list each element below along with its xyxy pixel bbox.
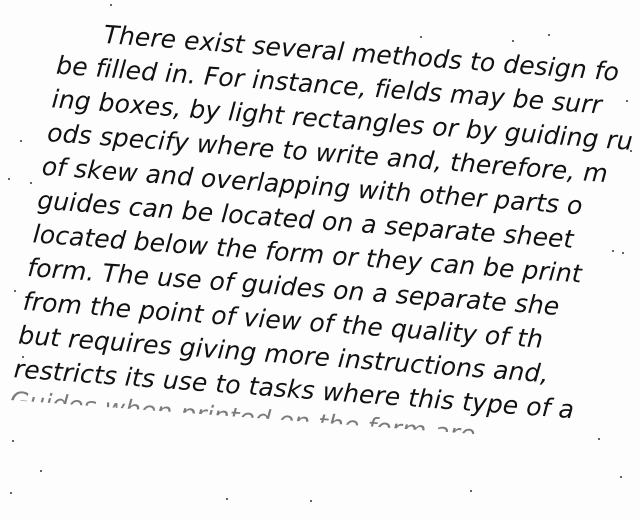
scan-speck [110, 4, 112, 6]
scan-speck [400, 50, 402, 52]
scan-speck [40, 470, 42, 472]
scan-speck [20, 140, 22, 142]
body-paragraph: There exist several methods to design fo… [10, 2, 640, 434]
scan-speck [548, 34, 550, 36]
scan-speck [310, 500, 312, 502]
scan-speck [14, 290, 16, 292]
scan-speck [22, 356, 24, 358]
scan-speck [612, 250, 614, 252]
scanned-page: There exist several methods to design fo… [0, 0, 640, 520]
scan-speck [12, 440, 14, 442]
scan-speck [598, 438, 600, 440]
scan-speck [30, 182, 32, 184]
scan-speck [626, 100, 628, 102]
scan-speck [512, 40, 514, 42]
scan-speck [622, 252, 624, 254]
scan-speck [226, 498, 228, 500]
scan-speck [470, 490, 472, 492]
scan-speck [620, 476, 622, 478]
scan-speck [630, 150, 632, 152]
scan-speck [10, 492, 12, 494]
scan-speck [420, 36, 422, 38]
scan-speck [8, 178, 10, 180]
